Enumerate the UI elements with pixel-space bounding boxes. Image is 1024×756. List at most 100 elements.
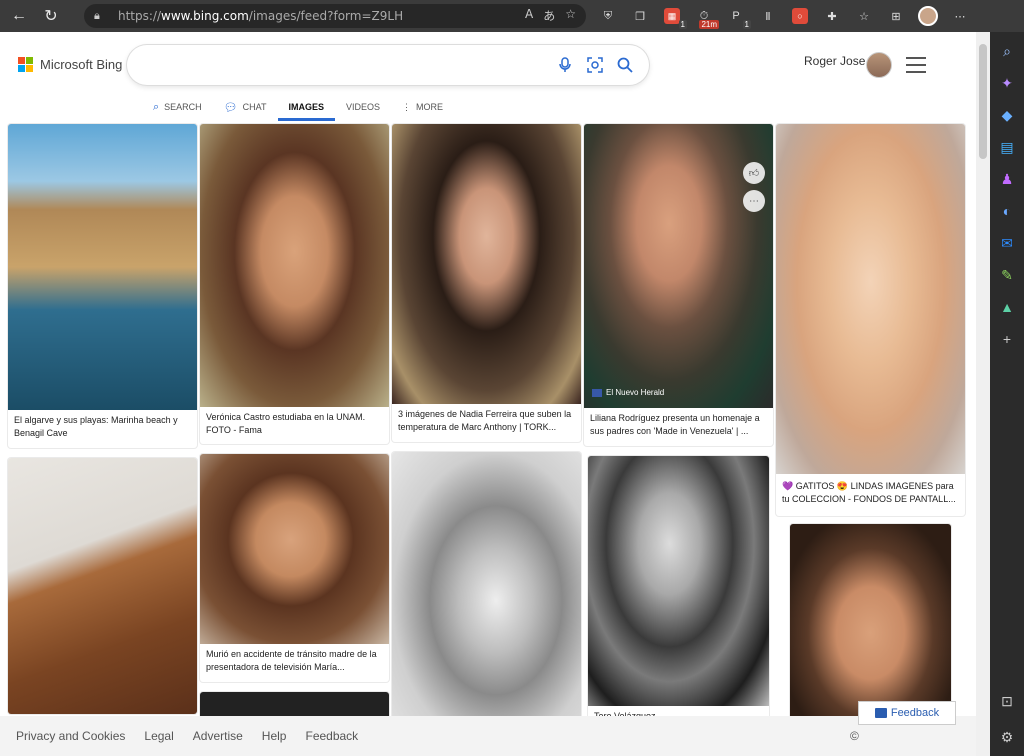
- image-thumbnail[interactable]: [200, 124, 389, 407]
- record-extension-icon[interactable]: ○: [788, 4, 812, 28]
- image-card[interactable]: El algarve y sus playas: Marinha beach y…: [8, 124, 197, 448]
- search-icon[interactable]: ⌕: [996, 40, 1018, 62]
- timer-extension-icon[interactable]: ⏱ 21m: [692, 4, 719, 29]
- feedback-button[interactable]: Feedback: [858, 701, 956, 725]
- microphone-icon[interactable]: [555, 55, 575, 75]
- grammar-extension-icon[interactable]: Ⅱ: [756, 4, 780, 28]
- favorite-add-icon[interactable]: ☆: [565, 7, 576, 24]
- footer-link-advertise[interactable]: Advertise: [193, 729, 243, 743]
- more-options-icon[interactable]: ⋯: [743, 190, 765, 212]
- drop-icon[interactable]: ▲: [996, 296, 1018, 318]
- image-caption[interactable]: 💜 GATITOS 😍 LINDAS IMAGENES para tu COLE…: [782, 480, 959, 506]
- address-bar[interactable]: 🔒︎ https://www.bing.com/images/feed?form…: [84, 4, 586, 28]
- page-content: Microsoft Bing Roger Jose ⌕ SEARCH 💬︎ CHAT…: [0, 32, 990, 756]
- search-icon[interactable]: [615, 55, 635, 75]
- more-menu-icon[interactable]: ⋯: [948, 4, 972, 28]
- scrollbar-thumb[interactable]: [979, 44, 987, 159]
- add-icon[interactable]: +: [996, 328, 1018, 350]
- tab-chat[interactable]: 💬︎ CHAT: [213, 96, 278, 118]
- image-source: El Nuevo Herald: [592, 388, 664, 397]
- refresh-icon[interactable]: ↻: [38, 3, 64, 29]
- image-thumbnail[interactable]: [588, 456, 769, 706]
- image-thumbnail[interactable]: [790, 524, 951, 722]
- search-icon: ⌕: [153, 100, 160, 113]
- footer-link-legal[interactable]: Legal: [144, 729, 173, 743]
- visual-search-icon[interactable]: [585, 55, 605, 75]
- image-card[interactable]: Tere Velázquez: [588, 456, 769, 722]
- image-card[interactable]: [790, 524, 951, 722]
- copilot-icon[interactable]: ✦: [996, 72, 1018, 94]
- image-card[interactable]: Verónica Castro estudiaba en la UNAM. FO…: [200, 124, 389, 444]
- bing-header: Microsoft Bing Roger Jose ⌕ SEARCH 💬︎ CHAT…: [0, 32, 990, 124]
- image-caption[interactable]: Murió en accidente de tránsito madre de …: [206, 648, 383, 674]
- sidebar-layout-icon[interactable]: ⊡: [996, 690, 1018, 712]
- collections-icon[interactable]: ⊞: [884, 4, 908, 28]
- tools-icon[interactable]: ▤: [996, 136, 1018, 158]
- vertical-tabs: ⌕ SEARCH 💬︎ CHAT IMAGES VIDEOS ⋮ MORE: [142, 96, 454, 122]
- footer-link-feedback[interactable]: Feedback: [305, 729, 358, 743]
- hamburger-menu-icon[interactable]: [906, 57, 926, 73]
- tab-more[interactable]: ⋮ MORE: [391, 96, 454, 118]
- microsoft365-icon[interactable]: ◐: [996, 200, 1018, 222]
- image-caption[interactable]: 3 imágenes de Nadia Ferreira que suben l…: [398, 408, 575, 434]
- chat-icon: 💬︎: [223, 101, 238, 114]
- url-path: /images/feed?form=Z9LH: [248, 9, 404, 23]
- image-caption[interactable]: El algarve y sus playas: Marinha beach y…: [14, 414, 191, 440]
- image-feed-grid: El algarve y sus playas: Marinha beach y…: [8, 124, 968, 722]
- tab-label: VIDEOS: [346, 102, 381, 112]
- image-thumbnail[interactable]: [776, 124, 965, 474]
- image-card[interactable]: 💜 GATITOS 😍 LINDAS IMAGENES para tu COLE…: [776, 124, 965, 516]
- image-thumbnail[interactable]: [392, 124, 581, 404]
- games-icon[interactable]: ♟: [996, 168, 1018, 190]
- image-card[interactable]: Murió en accidente de tránsito madre de …: [200, 454, 389, 682]
- image-thumbnail[interactable]: [200, 454, 389, 644]
- source-name: El Nuevo Herald: [606, 388, 665, 397]
- page-scrollbar[interactable]: [976, 32, 990, 756]
- image-card[interactable]: 3 imágenes de Nadia Ferreira que suben l…: [392, 124, 581, 442]
- footer-link-privacy[interactable]: Privacy and Cookies: [16, 729, 125, 743]
- footer-link-help[interactable]: Help: [262, 729, 287, 743]
- outlook-icon[interactable]: ✉: [996, 232, 1018, 254]
- gear-icon[interactable]: ⚙: [996, 726, 1018, 748]
- tab-label: CHAT: [242, 102, 267, 112]
- image-caption[interactable]: Verónica Castro estudiaba en la UNAM. FO…: [206, 411, 383, 437]
- designer-icon[interactable]: ✎: [996, 264, 1018, 286]
- back-icon[interactable]: ←: [6, 3, 32, 29]
- extension-badge: 21m: [699, 20, 719, 29]
- tab-label: IMAGES: [288, 102, 325, 112]
- collections-extension-icon[interactable]: ❒: [628, 4, 652, 28]
- shopping-tag-icon[interactable]: ◆: [996, 104, 1018, 126]
- search-box[interactable]: [127, 45, 649, 85]
- shield-extension-icon[interactable]: ⛨: [596, 4, 620, 28]
- bing-logo[interactable]: Microsoft Bing: [18, 57, 122, 72]
- lock-icon: 🔒︎: [94, 9, 100, 22]
- edge-sidebar: ⌕ ✦ ◆ ▤ ♟ ◐ ✉ ✎ ▲ + ⊡ ⚙: [990, 32, 1024, 756]
- tab-images[interactable]: IMAGES: [277, 96, 336, 121]
- profile-avatar[interactable]: [916, 4, 940, 28]
- copyright: ©: [850, 729, 859, 743]
- image-thumbnail[interactable]: [8, 458, 197, 714]
- image-thumbnail[interactable]: [8, 124, 197, 410]
- calendar-extension-icon[interactable]: ▦ 1: [660, 4, 687, 29]
- like-icon[interactable]: 👍︎: [743, 162, 765, 184]
- parking-extension-icon[interactable]: P1: [724, 4, 751, 29]
- image-card[interactable]: El Nuevo Herald 👍︎ ⋯ Liliana Rodríguez p…: [584, 124, 773, 446]
- tab-label: MORE: [416, 102, 444, 112]
- read-aloud-icon[interactable]: A: [525, 7, 533, 24]
- browser-toolbar: ← ↻ 🔒︎ https://www.bing.com/images/feed?…: [0, 0, 1024, 32]
- tab-search[interactable]: ⌕ SEARCH: [142, 96, 213, 118]
- url-prefix: https://: [118, 9, 162, 23]
- tab-videos[interactable]: VIDEOS: [335, 96, 391, 118]
- image-card[interactable]: [392, 452, 581, 722]
- image-card[interactable]: [8, 458, 197, 714]
- avatar[interactable]: [866, 52, 892, 78]
- user-name[interactable]: Roger Jose: [804, 54, 865, 68]
- image-caption[interactable]: Liliana Rodríguez presenta un homenaje a…: [590, 412, 767, 438]
- puzzle-extensions-icon[interactable]: ✚: [820, 4, 844, 28]
- translate-icon[interactable]: あ: [543, 7, 555, 24]
- url-host: www.bing.com: [161, 9, 249, 23]
- search-input[interactable]: [145, 53, 545, 77]
- feedback-label: Feedback: [890, 707, 940, 719]
- favorites-icon[interactable]: ☆: [852, 4, 876, 28]
- image-thumbnail[interactable]: [392, 452, 581, 722]
